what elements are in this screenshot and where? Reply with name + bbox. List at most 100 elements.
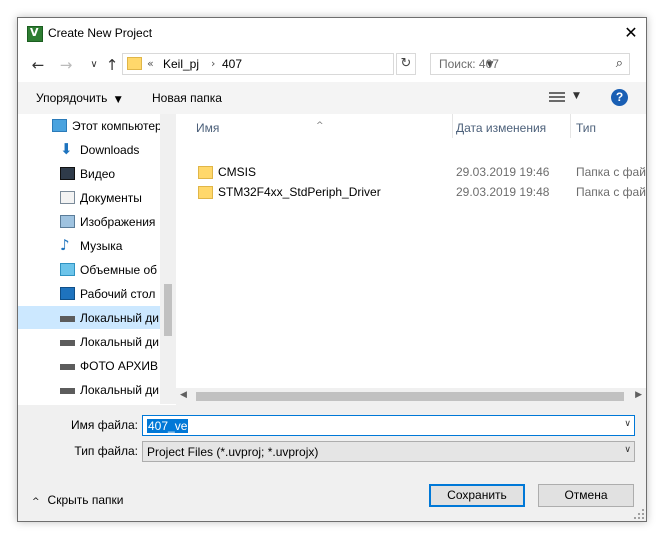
forward-arrow-icon[interactable]: → xyxy=(56,56,76,74)
horizontal-scrollbar[interactable]: ◀ ▶ xyxy=(176,388,646,405)
breadcrumb-keil-pj[interactable]: Keil_pj xyxy=(163,57,199,71)
hide-folders-label: Скрыть папки xyxy=(47,493,124,507)
filename-field[interactable]: 407_ve ∨ xyxy=(142,415,635,436)
table-row[interactable]: STM32F4xx_StdPeriph_Driver 29.03.2019 19… xyxy=(176,182,646,202)
scrollbar-thumb[interactable] xyxy=(164,284,172,336)
resize-grip-icon[interactable] xyxy=(634,509,644,519)
column-name-label: Имя xyxy=(196,121,220,135)
sidebar-item-label: Объемные об xyxy=(80,263,158,277)
sidebar-item-local-disk-c[interactable]: Локальный ди xyxy=(18,306,160,329)
file-list: Имя ^ Дата изменения Тип CMSIS 29.03.201… xyxy=(176,114,646,404)
video-icon xyxy=(60,167,75,180)
navigation-pane: Этот компьютер ⬇ Downloads Видео Докумен… xyxy=(18,114,176,404)
folder-icon xyxy=(198,186,213,199)
sidebar-item-label: ФОТО АРХИВ xyxy=(80,359,159,373)
sidebar-item-documents[interactable]: Документы xyxy=(18,186,160,209)
file-type: Папка с фай xyxy=(576,165,646,179)
sidebar-item-local-disk-d[interactable]: Локальный ди xyxy=(18,330,160,353)
recent-locations-dropdown-icon[interactable]: ∨ xyxy=(84,56,104,74)
scroll-left-icon[interactable]: ◀ xyxy=(180,390,187,400)
drive-icon xyxy=(60,364,75,370)
sidebar-item-label: Рабочий стол xyxy=(80,287,156,301)
sidebar-item-label: Downloads xyxy=(80,143,140,157)
drive-icon xyxy=(60,340,75,346)
up-arrow-icon[interactable]: ↑ xyxy=(102,56,122,74)
address-bar[interactable]: « Keil_pj › 407 ▼ xyxy=(122,53,493,75)
column-header-name[interactable]: Имя ^ xyxy=(176,114,456,138)
sidebar-item-downloads[interactable]: ⬇ Downloads xyxy=(18,138,160,161)
sidebar-item-photo-archive[interactable]: ФОТО АРХИВ xyxy=(18,354,160,377)
filetype-label: Тип файла: xyxy=(74,444,138,458)
table-row[interactable]: CMSIS 29.03.2019 19:46 Папка с фай xyxy=(176,162,646,182)
scroll-right-icon[interactable]: ▶ xyxy=(635,390,642,400)
close-icon[interactable]: ✕ xyxy=(616,18,646,48)
search-box[interactable]: ⌕ xyxy=(430,53,630,75)
search-input[interactable] xyxy=(431,54,609,74)
chevron-down-icon[interactable]: ∨ xyxy=(624,419,631,429)
cancel-button[interactable]: Отмена xyxy=(538,484,634,507)
folder-icon xyxy=(198,166,213,179)
sidebar-item-label: Музыка xyxy=(80,239,123,253)
sidebar-item-video[interactable]: Видео xyxy=(18,162,160,185)
sidebar-item-local-disk-f[interactable]: Локальный ди xyxy=(18,378,160,401)
chevron-down-icon: ∨ xyxy=(624,445,631,455)
file-name: STM32F4xx_StdPeriph_Driver xyxy=(218,185,381,199)
sidebar-item-label: Локальный ди xyxy=(80,311,159,325)
sidebar-item-label: Документы xyxy=(80,191,142,205)
new-folder-button[interactable]: Новая папка xyxy=(152,91,222,105)
sidebar-item-label: Локальный ди xyxy=(80,335,159,349)
window-title: Create New Project xyxy=(48,26,153,40)
column-type-label: Тип xyxy=(576,121,597,135)
command-toolbar: Упорядочить ▼ Новая папка ▼ ? xyxy=(18,82,646,114)
desktop-icon xyxy=(60,287,75,300)
view-dropdown-icon[interactable]: ▼ xyxy=(573,91,580,101)
drive-icon xyxy=(60,388,75,394)
refresh-icon[interactable]: ↻ xyxy=(396,53,416,75)
file-date: 29.03.2019 19:46 xyxy=(456,165,550,179)
sort-ascending-icon: ^ xyxy=(316,121,324,131)
save-form-panel: Имя файла: 407_ve ∨ Тип файла: Project F… xyxy=(18,405,646,521)
sidebar-item-label: Локальный ди xyxy=(80,383,159,397)
3d-objects-icon xyxy=(60,263,75,276)
download-icon: ⬇ xyxy=(60,140,73,158)
breadcrumb-407[interactable]: 407 xyxy=(222,57,242,71)
sidebar-item-this-pc[interactable]: Этот компьютер xyxy=(18,114,162,137)
filename-value: 407_ve xyxy=(147,419,189,433)
sidebar-item-desktop[interactable]: Рабочий стол xyxy=(18,282,160,305)
file-name: CMSIS xyxy=(218,165,257,179)
path-overflow-icon[interactable]: « xyxy=(147,57,154,70)
sidebar-scrollbar[interactable] xyxy=(160,114,176,404)
sidebar-item-label: Этот компьютер xyxy=(72,119,162,133)
documents-icon xyxy=(60,191,75,204)
music-icon: ♪ xyxy=(60,236,70,254)
back-arrow-icon[interactable]: ← xyxy=(28,56,48,74)
scrollbar-thumb[interactable] xyxy=(196,392,624,401)
navigation-bar: ← → ∨ ↑ « Keil_pj › 407 ▼ ↻ ⌕ xyxy=(18,48,646,82)
pictures-icon xyxy=(60,215,75,228)
hide-folders-button[interactable]: ^ Скрыть папки xyxy=(32,493,123,507)
view-options-icon[interactable] xyxy=(549,91,565,104)
computer-icon xyxy=(52,119,67,132)
sidebar-item-3d-objects[interactable]: Объемные об xyxy=(18,258,160,281)
folder-icon xyxy=(127,57,142,70)
save-button[interactable]: Сохранить xyxy=(429,484,525,507)
organize-menu[interactable]: Упорядочить ▼ xyxy=(36,91,122,105)
search-icon[interactable]: ⌕ xyxy=(616,56,623,71)
chevron-down-icon: ▼ xyxy=(114,95,122,105)
column-header-type[interactable]: Тип xyxy=(571,114,631,138)
file-type: Папка с фай xyxy=(576,185,646,199)
breadcrumb-separator-icon: › xyxy=(211,57,216,70)
sidebar-item-label: Видео xyxy=(80,167,116,181)
sidebar-item-label: Изображения xyxy=(80,215,156,229)
filetype-select[interactable]: Project Files (*.uvproj; *.uvprojx) ∨ xyxy=(142,441,635,462)
filename-label: Имя файла: xyxy=(71,418,138,432)
sidebar-item-pictures[interactable]: Изображения xyxy=(18,210,160,233)
help-icon[interactable]: ? xyxy=(611,89,628,106)
organize-label: Упорядочить xyxy=(36,91,108,105)
file-date: 29.03.2019 19:48 xyxy=(456,185,550,199)
chevron-up-icon: ^ xyxy=(32,497,40,507)
column-header-date[interactable]: Дата изменения xyxy=(453,114,573,138)
sidebar-item-music[interactable]: ♪ Музыка xyxy=(18,234,160,257)
filetype-value: Project Files (*.uvproj; *.uvprojx) xyxy=(147,445,319,459)
save-dialog: V Create New Project ✕ ← → ∨ ↑ « Keil_pj… xyxy=(17,17,647,522)
